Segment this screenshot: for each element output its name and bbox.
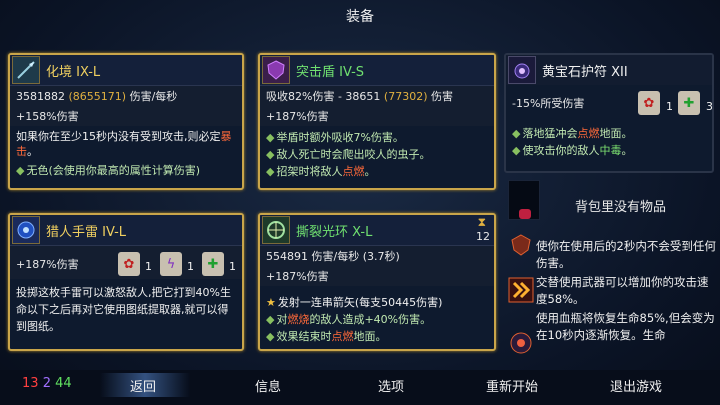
mutation-3-text: 使用血瓶将恢复生命85%,但会变为在10秒内逐渐恢复。生命 xyxy=(536,311,715,342)
shield-mutation-icon xyxy=(508,232,534,258)
page-title: 装备 xyxy=(346,9,374,25)
aura-dps: 554891 伤害/每秒 (3.7秒) xyxy=(260,245,494,266)
grenade-header: 猎人手雷 IV-L xyxy=(10,215,242,245)
amulet-badge-2-count: 3 xyxy=(706,100,713,113)
weapon-header: 化境 IX-L xyxy=(10,55,242,85)
shield-name: 突击盾 IV-S xyxy=(296,64,365,80)
weapon-name: 化境 IX-L xyxy=(46,64,101,80)
options-button[interactable]: 选项 xyxy=(378,376,404,395)
mutation-2-text: 交替使用武器可以增加你的攻击速度58%。 xyxy=(536,275,709,306)
aura-affix-1: ★ 发射一连串箭矢(每支50445伤害) xyxy=(266,296,443,309)
purple-count: 2 xyxy=(42,376,51,391)
backpack-slot[interactable] xyxy=(508,180,540,220)
shield-icon xyxy=(262,56,290,84)
aura-cooldown: 12 xyxy=(476,230,490,243)
weapon-card[interactable]: 化境 IX-L 3581882 (8655171) 伤害/每秒 +158%伤害 … xyxy=(8,53,244,190)
amulet-header: 黄宝石护符 XII xyxy=(506,55,712,85)
aura-affix-3: ◆ 效果结束时点燃地面。 xyxy=(266,330,387,343)
amulet-affix-2: ◆ 使攻击你的敌人中毒。 xyxy=(512,144,633,157)
weapon-bonus: +158%伤害 xyxy=(10,106,242,126)
grenade-badge-2-count: 1 xyxy=(187,260,194,273)
aura-name: 撕裂光环 X-L xyxy=(296,224,373,240)
shield-bonus: +187%伤害 xyxy=(260,106,494,126)
amulet-card[interactable]: 黄宝石护符 XII -15%所受伤害 ✿ 1 ✚ 3 ◆ 落地猛冲会点燃地面。 ◆… xyxy=(504,53,714,173)
mutation-1-text: 使你在使用后的2秒内不会受到任何伤害。 xyxy=(536,239,716,270)
shield-absorb: 吸收82%伤害 - 38651 (77302) 伤害 xyxy=(260,85,494,106)
quit-button[interactable]: 退出游戏 xyxy=(610,376,662,395)
red-scroll-icon: ✿ xyxy=(638,91,660,115)
aura-affix-2: ◆ 对燃烧的敌人造成+40%伤害。 xyxy=(266,313,432,326)
grenade-badge-1-count: 1 xyxy=(145,260,152,273)
amulet-badge-1-count: 1 xyxy=(666,100,673,113)
green-scroll-icon: ✚ xyxy=(678,91,700,115)
shield-affix-1: ◆ 举盾时额外吸收7%伤害。 xyxy=(266,131,404,144)
double-arrow-icon xyxy=(508,277,534,303)
potion-icon xyxy=(519,209,531,219)
shield-header: 突击盾 IV-S xyxy=(260,55,494,85)
grenade-red-scroll-icon: ✿ xyxy=(118,252,140,276)
grenade-purple-scroll-icon: ϟ xyxy=(160,252,182,276)
aura-header: 撕裂光环 X-L ⧗ 12 xyxy=(260,215,494,245)
grenade-card[interactable]: 猎人手雷 IV-L +187%伤害 ✿ 1 ϟ 1 ✚ 1 投掷这枚手雷可以激怒… xyxy=(8,213,244,351)
grenade-badge-3-count: 1 xyxy=(229,260,236,273)
aura-icon xyxy=(262,216,290,244)
info-button[interactable]: 信息 xyxy=(255,376,281,395)
shield-affix-2: ◆ 敌人死亡时会爬出咬人的虫子。 xyxy=(266,148,431,161)
back-button[interactable]: 返回 xyxy=(130,376,156,395)
weapon-dps: 3581882 (8655171) 伤害/每秒 xyxy=(10,85,242,106)
amulet-affix-1: ◆ 落地猛冲会点燃地面。 xyxy=(512,127,633,140)
red-count: 13 xyxy=(22,376,39,391)
cell-counts: 13 2 44 xyxy=(22,376,72,391)
shield-affix-3: ◆ 招架时将敌人点燃。 xyxy=(266,165,376,178)
shield-card[interactable]: 突击盾 IV-S 吸收82%伤害 - 38651 (77302) 伤害 +187… xyxy=(258,53,496,190)
grenade-icon xyxy=(12,216,40,244)
backpack-empty-text: 背包里没有物品 xyxy=(575,200,667,215)
grenade-name: 猎人手雷 IV-L xyxy=(46,224,127,240)
green-count: 44 xyxy=(55,376,72,391)
grenade-green-scroll-icon: ✚ xyxy=(202,252,224,276)
footer-bar: 13 2 44 返回 信息 选项 重新开始 退出游戏 xyxy=(0,370,720,405)
grenade-desc: 投掷这枚手雷可以激怒敌人,把它打到40%生命以下之后再对它使用图纸提取器,就可以… xyxy=(16,286,231,333)
aura-bonus: +187%伤害 xyxy=(260,266,494,286)
weapon-affix: ◆ 无色(会使用你最高的属性计算伤害) xyxy=(16,164,201,177)
restart-button[interactable]: 重新开始 xyxy=(486,376,538,395)
amulet-name: 黄宝石护符 XII xyxy=(542,64,628,80)
weapon-desc: 如果你在至少15秒内没有受到攻击,则必定暴击。 xyxy=(16,130,232,158)
amulet-icon xyxy=(508,56,536,84)
aura-card[interactable]: 撕裂光环 X-L ⧗ 12 554891 伤害/每秒 (3.7秒) +187%伤… xyxy=(258,213,496,351)
spear-icon xyxy=(12,56,40,84)
flask-mutation-icon xyxy=(508,330,534,356)
hourglass-icon: ⧗ xyxy=(477,215,486,229)
